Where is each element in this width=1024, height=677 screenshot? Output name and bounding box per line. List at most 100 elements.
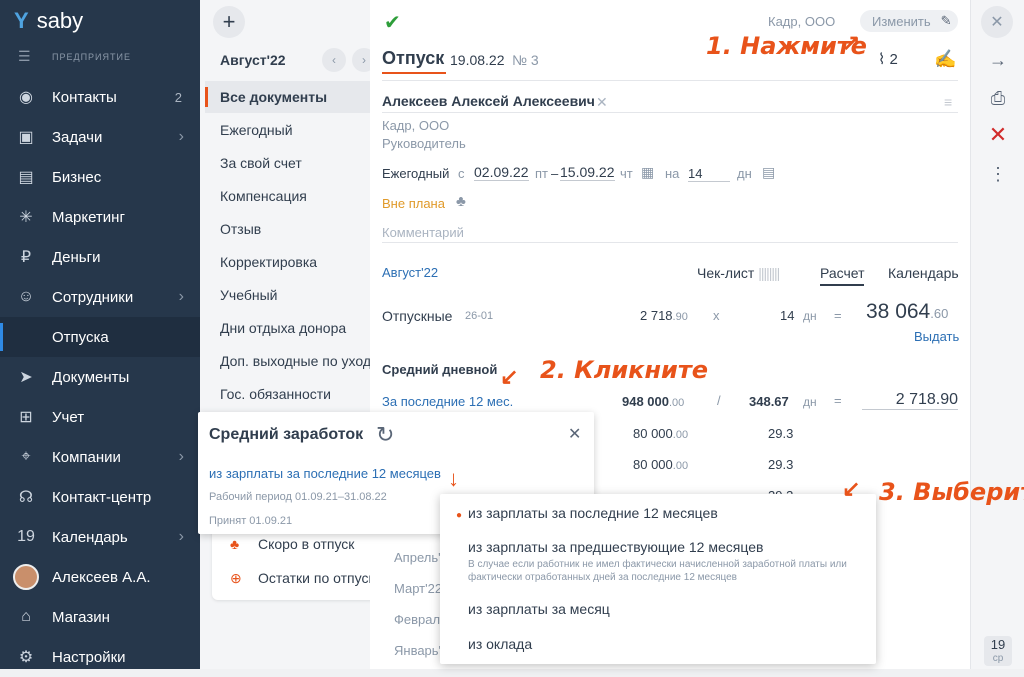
selected-indicator: [0, 323, 3, 351]
menu-icon[interactable]: ☰: [18, 48, 31, 65]
contacts-badge: 2: [174, 89, 182, 105]
sidebar-item-contact-center[interactable]: ☊ Контакт-центр: [0, 477, 200, 517]
delete-icon[interactable]: ✕: [984, 121, 1012, 149]
selected-dot-icon: ●: [456, 510, 463, 521]
calc-row-label: Отпускные: [382, 308, 453, 324]
saby-logo-icon: Y: [14, 8, 29, 33]
popup-title: Средний заработок: [209, 426, 364, 443]
filter-item[interactable]: Компенсация: [220, 188, 370, 204]
filter-item[interactable]: Дни отдыха донора: [220, 320, 370, 336]
employee-name[interactable]: Алексеев Алексей Алексеевич: [382, 93, 595, 109]
document-icon[interactable]: ▤: [762, 164, 775, 181]
filter-item-all[interactable]: Все документы: [205, 81, 370, 113]
sidebar-item-companies[interactable]: ⌖ Компании ›: [0, 437, 200, 477]
tab-checklist[interactable]: Чек-лист ||||||||: [697, 265, 780, 281]
filter-item[interactable]: Корректировка: [220, 254, 370, 270]
filter-item[interactable]: Доп. выходные по уходу: [220, 353, 370, 369]
filter-item[interactable]: Ежегодный: [220, 122, 370, 138]
gear-icon: ⚙: [18, 649, 34, 666]
check-icon[interactable]: ✔: [384, 10, 401, 35]
sidebar-item-profile[interactable]: Алексеев А.А.: [0, 557, 200, 597]
close-icon[interactable]: ✕: [568, 424, 581, 444]
period-label[interactable]: Август'22: [220, 52, 286, 68]
avg-method-link[interactable]: из зарплаты за последние 12 месяцев: [209, 466, 441, 481]
chevron-right-icon: ›: [178, 288, 184, 305]
logo-text: saby: [36, 8, 84, 33]
month-sum: 80 000.00: [633, 457, 689, 472]
sidebar-item-money[interactable]: ₽ Деньги: [0, 237, 200, 277]
month-days: 29.3: [768, 426, 794, 441]
avg-sum: 948 000.00: [622, 394, 685, 409]
arrow-right-icon[interactable]: →: [984, 46, 1012, 74]
refresh-icon[interactable]: ↻: [376, 422, 394, 448]
sidebar-item-accounting[interactable]: ⊞ Учет: [0, 397, 200, 437]
comment-field[interactable]: Комментарий: [382, 225, 464, 240]
date-from-field[interactable]: 02.09.22: [474, 164, 529, 181]
option-salary[interactable]: из оклада: [468, 636, 532, 652]
sidebar-item-tasks[interactable]: ▣ Задачи ›: [0, 117, 200, 157]
accounting-icon: ⊞: [19, 409, 33, 426]
option-previous-12[interactable]: из зарплаты за предшествующие 12 месяцев: [468, 539, 763, 555]
sidebar-item-calendar[interactable]: 19 Календарь ›: [0, 517, 200, 557]
soon-vacation-link[interactable]: Скоро в отпуск: [258, 536, 354, 552]
menu-icon[interactable]: ≡: [944, 94, 952, 110]
sidebar-item-marketing[interactable]: ✳ Маркетинг: [0, 197, 200, 237]
filter-item[interactable]: Учебный: [220, 287, 370, 303]
sidebar-item-shop[interactable]: ⌂ Магазин: [0, 597, 200, 637]
sidebar-item-contacts[interactable]: ◉ Контакты 2: [0, 77, 200, 117]
sidebar-item-documents[interactable]: ➤ Документы: [0, 357, 200, 397]
tab-month[interactable]: Август'22: [382, 265, 438, 280]
attachments-button[interactable]: ⌇ 2: [878, 50, 898, 68]
calendar-icon[interactable]: ▦: [641, 164, 654, 181]
active-tab-indicator: [820, 284, 864, 286]
avg-result: 2 718.90: [862, 391, 958, 410]
avg-period-link[interactable]: За последние 12 мес.: [382, 394, 513, 409]
staff-icon: ☺: [17, 288, 35, 305]
filter-item[interactable]: Отзыв: [220, 221, 370, 237]
vacation-balance-link[interactable]: Остатки по отпускам: [258, 570, 370, 586]
logo[interactable]: Y saby: [14, 8, 83, 34]
page-title: Отпуск: [382, 48, 446, 74]
calc-qty: 14: [780, 308, 795, 323]
option-last-12[interactable]: из зарплаты за последние 12 месяцев: [468, 505, 718, 521]
avg-heading: Средний дневной: [382, 362, 498, 377]
annotation-arrow-icon: ↙: [500, 364, 519, 389]
sidebar-item-business[interactable]: ▤ Бизнес: [0, 157, 200, 197]
headset-icon: ☊: [18, 489, 34, 506]
divider: [382, 80, 958, 81]
avatar: [13, 564, 39, 590]
today-calendar[interactable]: 19 ср: [984, 636, 1012, 666]
shop-icon: ⌂: [21, 608, 31, 625]
add-button[interactable]: +: [213, 6, 245, 38]
prev-period-button[interactable]: ‹: [322, 48, 346, 72]
print-icon[interactable]: ⎙: [984, 84, 1012, 112]
filter-item[interactable]: За свой счет: [220, 155, 370, 171]
days-field[interactable]: 14: [688, 166, 730, 182]
palm-icon: ♣: [456, 193, 466, 210]
option-description: В случае если работник не имел фактическ…: [468, 559, 847, 583]
total-amount: 38 064.60: [866, 300, 949, 323]
more-icon[interactable]: ⋮: [984, 160, 1012, 188]
clear-employee-icon[interactable]: ✕: [596, 94, 608, 111]
calc-rate: 2 718.90: [640, 308, 688, 323]
close-button[interactable]: ✕: [981, 6, 1013, 38]
company-label[interactable]: ПРЕДПРИЯТИЕ: [52, 52, 131, 62]
edit-button[interactable]: Изменить ✎: [860, 10, 958, 32]
vacation-type[interactable]: Ежегодный: [382, 166, 449, 181]
option-month[interactable]: из зарплаты за месяц: [468, 601, 610, 617]
money-icon: ₽: [20, 249, 32, 266]
pay-button[interactable]: Выдать: [914, 329, 959, 344]
sidebar-item-settings[interactable]: ⚙ Настройки: [0, 637, 200, 677]
sidebar-item-vacations[interactable]: Отпуска: [0, 317, 200, 357]
filter-item[interactable]: Гос. обязанности: [220, 386, 370, 402]
contacts-icon: ◉: [19, 89, 33, 106]
tasks-icon: ▣: [18, 129, 34, 146]
sidebar-item-staff[interactable]: ☺ Сотрудники ›: [0, 277, 200, 317]
date-to-field[interactable]: 15.09.22: [560, 164, 615, 181]
month-row[interactable]: Март'22: [394, 581, 442, 596]
tab-calendar[interactable]: Календарь: [888, 265, 959, 281]
sign-document-icon[interactable]: ✍: [934, 49, 956, 70]
tab-calc[interactable]: Расчет: [820, 265, 865, 281]
pencil-icon: ✎: [940, 13, 952, 28]
doc-date: 19.08.22: [450, 52, 505, 68]
